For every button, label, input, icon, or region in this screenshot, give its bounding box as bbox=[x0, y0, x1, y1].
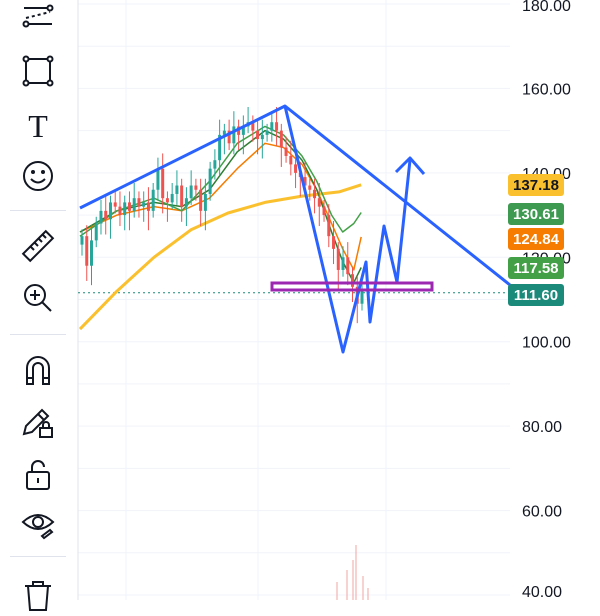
toolbar-divider bbox=[10, 334, 66, 335]
volume-bar bbox=[346, 570, 348, 600]
candle-body bbox=[189, 185, 193, 199]
candle-body bbox=[194, 185, 198, 190]
candle-body bbox=[85, 236, 89, 266]
pencil-lock-icon bbox=[22, 408, 53, 438]
candle-body bbox=[156, 168, 160, 190]
candle-body bbox=[294, 164, 298, 173]
y-axis-tick-label: 40.00 bbox=[522, 584, 562, 600]
candle-body bbox=[146, 202, 150, 211]
candle-body bbox=[284, 147, 288, 156]
measure-tool[interactable] bbox=[10, 224, 66, 268]
candle-body bbox=[142, 202, 146, 207]
volume-bar bbox=[362, 576, 364, 600]
candle-body bbox=[351, 274, 355, 287]
hide-drawings-tool[interactable] bbox=[10, 502, 66, 546]
user-drawings[interactable] bbox=[79, 104, 511, 354]
candle-body bbox=[170, 193, 174, 203]
price-tag-label: 137.18 bbox=[513, 177, 559, 194]
trend-lines-tool[interactable] bbox=[10, 0, 66, 38]
y-axis-tick-label: 60.00 bbox=[522, 504, 562, 521]
candle-body bbox=[80, 236, 84, 245]
candle-body bbox=[118, 206, 122, 216]
candle-body bbox=[184, 198, 188, 207]
toolbar-divider bbox=[10, 556, 66, 557]
y-axis-tick-label: 80.00 bbox=[522, 419, 562, 436]
candle-body bbox=[332, 236, 336, 249]
candle-body bbox=[132, 198, 136, 211]
candle-body bbox=[313, 189, 317, 199]
zoom-in-tool[interactable] bbox=[10, 276, 66, 320]
candle-body bbox=[270, 122, 274, 131]
toolbar-divider bbox=[10, 210, 66, 211]
candle-body bbox=[317, 198, 321, 207]
icons-tool[interactable] bbox=[10, 154, 66, 198]
price-tag-label: 130.61 bbox=[513, 206, 559, 223]
volume-bar bbox=[355, 545, 357, 600]
candle-body bbox=[208, 168, 212, 194]
candle-body bbox=[113, 202, 117, 207]
trend-lines-icon bbox=[22, 4, 54, 28]
candle-body bbox=[327, 215, 331, 237]
text-tool[interactable]: T bbox=[10, 103, 66, 147]
eye-icon bbox=[21, 514, 55, 540]
text-tool-glyph: T bbox=[28, 108, 48, 144]
zoom-in-icon bbox=[24, 284, 52, 312]
rectangle-icon bbox=[22, 55, 54, 87]
volume-bar bbox=[336, 582, 338, 600]
chart-grid bbox=[77, 0, 510, 600]
candle-body bbox=[123, 202, 127, 216]
candle-body bbox=[151, 189, 155, 211]
smiley-icon bbox=[23, 161, 53, 191]
trendline-wedge[interactable] bbox=[79, 104, 511, 287]
price-tag-label: 117.58 bbox=[513, 260, 558, 277]
candle-body bbox=[199, 189, 203, 211]
ruler-icon bbox=[21, 229, 55, 263]
candle-body bbox=[203, 193, 207, 211]
candle-body bbox=[104, 210, 108, 220]
candle-body bbox=[322, 206, 326, 216]
candle-body bbox=[308, 185, 312, 190]
candle-body bbox=[265, 130, 269, 135]
y-axis-tick-label: 160.00 bbox=[522, 81, 571, 98]
candle-body bbox=[289, 155, 293, 165]
candle-body bbox=[161, 168, 165, 199]
candle-body bbox=[360, 291, 364, 304]
candle-body bbox=[232, 126, 236, 144]
price-chart[interactable]: 180.00160.00140.00120.00100.0080.0060.00… bbox=[0, 0, 600, 600]
candle-body bbox=[260, 134, 264, 140]
candle-body bbox=[346, 257, 350, 275]
candle-body bbox=[137, 198, 141, 207]
shapes-tool[interactable] bbox=[10, 49, 66, 93]
price-tag-label: 124.84 bbox=[513, 231, 560, 248]
candle-body bbox=[279, 130, 283, 148]
price-tags: 137.18 130.61 124.84 117.58 111.60 bbox=[508, 174, 564, 306]
lock-drawings-tool[interactable] bbox=[10, 400, 66, 444]
volume-bar bbox=[367, 588, 369, 600]
candle-body bbox=[89, 240, 93, 266]
candle-body bbox=[99, 210, 103, 224]
trash-icon bbox=[25, 581, 51, 611]
y-axis-tick-label: 180.00 bbox=[522, 0, 571, 15]
text-icon: T bbox=[28, 108, 48, 144]
price-tag-label: 111.60 bbox=[514, 287, 558, 304]
unlock-icon bbox=[26, 460, 50, 490]
candle-body bbox=[275, 122, 279, 131]
magnet-tool[interactable] bbox=[10, 348, 66, 392]
candle-body bbox=[256, 130, 260, 140]
candle-body bbox=[175, 185, 179, 194]
lock-all-tool[interactable] bbox=[10, 452, 66, 496]
y-axis-tick-label: 100.00 bbox=[522, 335, 571, 352]
candle-body bbox=[336, 248, 340, 270]
candle-body bbox=[127, 202, 131, 211]
candle-body bbox=[341, 257, 345, 270]
drawing-toolbar: T bbox=[0, 0, 76, 611]
candle-body bbox=[165, 198, 169, 203]
candle-body bbox=[108, 202, 112, 220]
candle-body bbox=[94, 223, 98, 241]
candle-body bbox=[213, 160, 217, 169]
magnet-icon bbox=[26, 356, 50, 385]
volume-bar bbox=[352, 560, 354, 600]
remove-drawings-tool[interactable] bbox=[10, 572, 66, 616]
candle-body bbox=[180, 185, 184, 207]
